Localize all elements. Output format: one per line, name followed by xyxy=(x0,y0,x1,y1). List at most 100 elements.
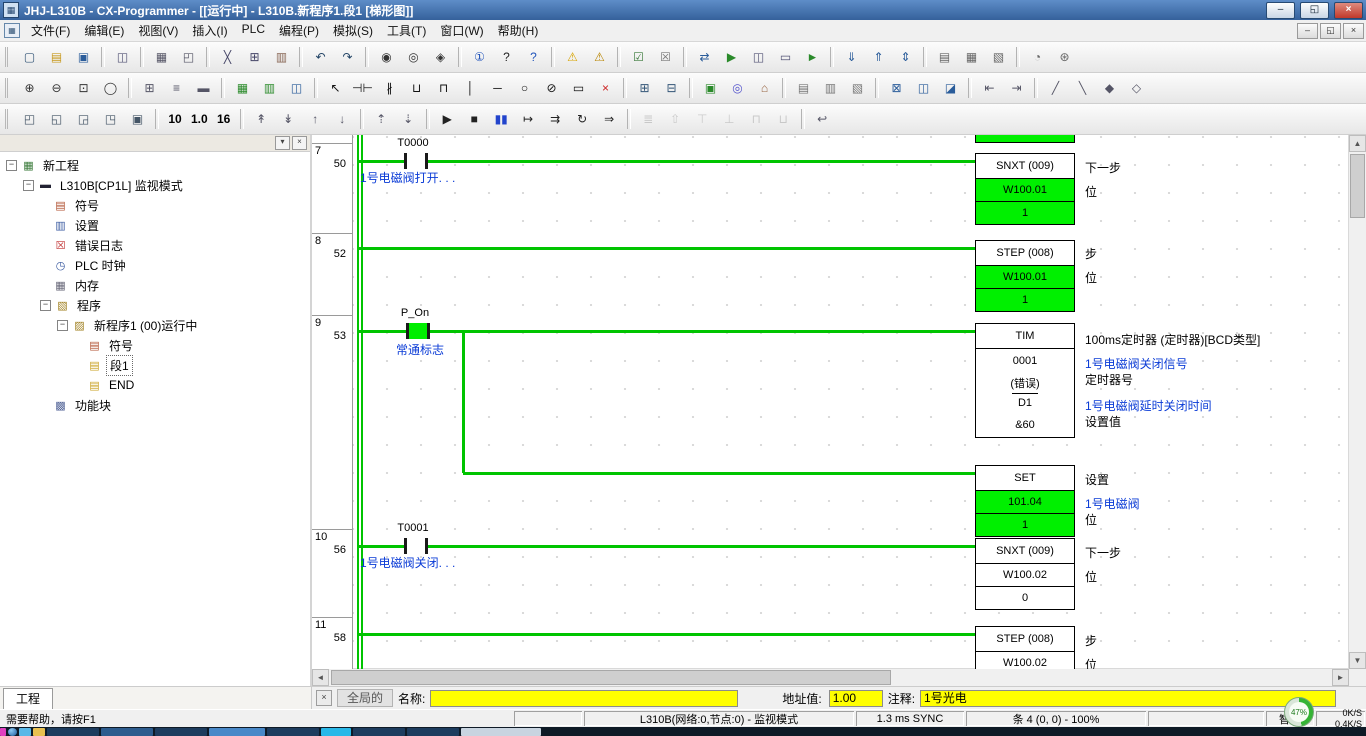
vertical-scroll-thumb[interactable] xyxy=(1350,154,1365,218)
window-tile-vertical-button[interactable]: ◳ xyxy=(98,108,123,131)
pou-list-button[interactable]: ▤ xyxy=(791,77,816,100)
cut-button[interactable]: ╳ xyxy=(215,46,240,69)
section-list-button[interactable]: ▦ xyxy=(230,77,255,100)
address-field[interactable]: 1.00 xyxy=(829,690,883,707)
previous-section-button[interactable]: ↑ xyxy=(303,108,328,131)
open-file-button[interactable]: ▤ xyxy=(44,46,69,69)
delete-rung-button[interactable]: ⊟ xyxy=(659,77,684,100)
program-mode-button[interactable]: ▭ xyxy=(773,46,798,69)
break-run-button[interactable]: ⇒ xyxy=(597,108,622,131)
menu-item-4[interactable]: 插入(I) xyxy=(185,19,234,42)
ladder-canvas[interactable]: T0000P_OnT00011号电磁阀打开. . .常通标志1号电磁阀关闭. .… xyxy=(312,135,1349,669)
minimize-button[interactable]: – xyxy=(1266,2,1295,19)
quick-launch-1[interactable] xyxy=(19,728,31,736)
snxt-2-instruction-box[interactable]: SNXT (009)W100.020 xyxy=(975,538,1075,610)
menu-item-8[interactable]: 工具(T) xyxy=(380,19,433,42)
screen-edge-accent[interactable] xyxy=(0,728,6,736)
restore-button[interactable]: ◱ xyxy=(1300,2,1329,19)
task-button-4[interactable] xyxy=(267,728,319,736)
about-button[interactable]: ① xyxy=(467,46,492,69)
show-grid-button[interactable]: ⊞ xyxy=(137,77,162,100)
monitor-stop-button[interactable]: ■ xyxy=(462,108,487,131)
run-mode-button[interactable]: ► xyxy=(800,46,825,69)
new-window-button[interactable]: ◰ xyxy=(17,108,42,131)
find-button[interactable]: ◉ xyxy=(374,46,399,69)
compile-button[interactable]: ☑ xyxy=(626,46,651,69)
search-all-button[interactable]: ◈ xyxy=(428,46,453,69)
child-restore-button[interactable]: ◱ xyxy=(1320,23,1341,39)
contact-T0000[interactable] xyxy=(404,153,428,169)
next-section-button[interactable]: ↓ xyxy=(330,108,355,131)
tree-item-symbols[interactable]: ▤符号 xyxy=(0,195,310,215)
scroll-right-button[interactable]: ► xyxy=(1332,669,1349,686)
grid-height-value[interactable]: 16 xyxy=(213,108,235,131)
toggle-project-window-button[interactable]: ◫ xyxy=(110,46,135,69)
online-edit-button[interactable]: ≣ xyxy=(636,108,661,131)
task-button-1[interactable] xyxy=(47,728,99,736)
zoom-out-button[interactable]: ⊖ xyxy=(44,77,69,100)
context-help-button[interactable]: ? xyxy=(521,46,546,69)
menu-item-9[interactable]: 窗口(W) xyxy=(433,19,490,42)
menu-item-3[interactable]: 视图(V) xyxy=(131,19,185,42)
information-button[interactable]: ◇ xyxy=(1124,77,1149,100)
tree-expander-icon[interactable]: − xyxy=(23,180,34,191)
tray-area[interactable] xyxy=(461,728,541,736)
plc-memory-button[interactable]: ▦ xyxy=(959,46,984,69)
task-button-5[interactable] xyxy=(321,728,351,736)
scroll-up-button[interactable]: ▲ xyxy=(1349,135,1366,152)
new-file-button[interactable]: ▢ xyxy=(17,46,42,69)
horizontal-scroll-thumb[interactable] xyxy=(331,670,891,685)
menu-item-2[interactable]: 编辑(E) xyxy=(77,19,131,42)
grid-monitor-button[interactable]: ⊠ xyxy=(884,77,909,100)
menu-item-7[interactable]: 模拟(S) xyxy=(326,19,380,42)
zoom-100-button[interactable]: ◯ xyxy=(98,77,123,100)
symbol-table-button[interactable]: ▧ xyxy=(986,46,1011,69)
window-tile-horizontal-button[interactable]: ◲ xyxy=(71,108,96,131)
options-button[interactable]: ⊛ xyxy=(1052,46,1077,69)
erase-line-tool-button[interactable]: ╲ xyxy=(1070,77,1095,100)
monitor-view-button[interactable]: ◫ xyxy=(284,77,309,100)
tim-instruction-box[interactable]: TIM0001(错误)D1&60 xyxy=(975,323,1075,438)
new-instruction-button[interactable]: ▭ xyxy=(566,77,591,100)
resume-online-edit-button[interactable]: ⊔ xyxy=(771,108,796,131)
task-button-6[interactable] xyxy=(353,728,405,736)
fb-editor-button[interactable]: ▧ xyxy=(845,77,870,100)
vertical-line-button[interactable]: │ xyxy=(458,77,483,100)
symbol-display-button[interactable]: ▥ xyxy=(257,77,282,100)
align-right-button[interactable]: ⇥ xyxy=(1004,77,1029,100)
help-topics-button[interactable]: ? xyxy=(494,46,519,69)
transfer-from-plc-button[interactable]: ⇑ xyxy=(866,46,891,69)
grid-scale-value[interactable]: 1.0 xyxy=(188,108,211,131)
work-online-simulator-button[interactable]: ▶ xyxy=(719,46,744,69)
select-tool-button[interactable]: ↖ xyxy=(323,77,348,100)
tree-expander-icon[interactable]: − xyxy=(40,300,51,311)
replace-button[interactable]: ◎ xyxy=(401,46,426,69)
set-instruction-box[interactable]: SET101.041 xyxy=(975,465,1075,537)
zoom-to-fit-button[interactable]: ⊡ xyxy=(71,77,96,100)
show-rung-comment-button[interactable]: ≡ xyxy=(164,77,189,100)
print-preview-button[interactable]: ◰ xyxy=(176,46,201,69)
undo-button[interactable]: ↶ xyxy=(308,46,333,69)
vertical-scrollbar[interactable]: ▲ ▼ xyxy=(1348,135,1366,669)
field-bar-close-button[interactable]: × xyxy=(316,690,332,706)
data-trace-button[interactable]: ◪ xyxy=(938,77,963,100)
alarm-display-button[interactable]: ⚠ xyxy=(560,46,585,69)
tree-expander-icon[interactable]: − xyxy=(6,160,17,171)
page-up-button[interactable]: ⇡ xyxy=(369,108,394,131)
start-button[interactable] xyxy=(8,728,17,736)
menu-item-1[interactable]: 文件(F) xyxy=(24,19,77,42)
snxt-1-instruction-box[interactable]: SNXT (009)W100.011 xyxy=(975,153,1075,225)
go-back-button[interactable]: ↩ xyxy=(810,108,835,131)
grid-width-value[interactable]: 10 xyxy=(164,108,186,131)
tree-item-plc-device[interactable]: −▬L310B[CP1L] 监视模式 xyxy=(0,175,310,195)
alarm-log-button[interactable]: ⚠ xyxy=(587,46,612,69)
monitor-run-button[interactable]: ▶ xyxy=(435,108,460,131)
scroll-left-button[interactable]: ◄ xyxy=(312,669,329,686)
step-1-instruction-box[interactable]: STEP (008)W100.011 xyxy=(975,240,1075,312)
contact-T0001[interactable] xyxy=(404,538,428,554)
release-online-edit-button[interactable]: ⊓ xyxy=(744,108,769,131)
child-minimize-button[interactable]: – xyxy=(1297,23,1318,39)
compile-all-button[interactable]: ☒ xyxy=(653,46,678,69)
paste-button[interactable]: ▥ xyxy=(269,46,294,69)
st-editor-button[interactable]: ▥ xyxy=(818,77,843,100)
